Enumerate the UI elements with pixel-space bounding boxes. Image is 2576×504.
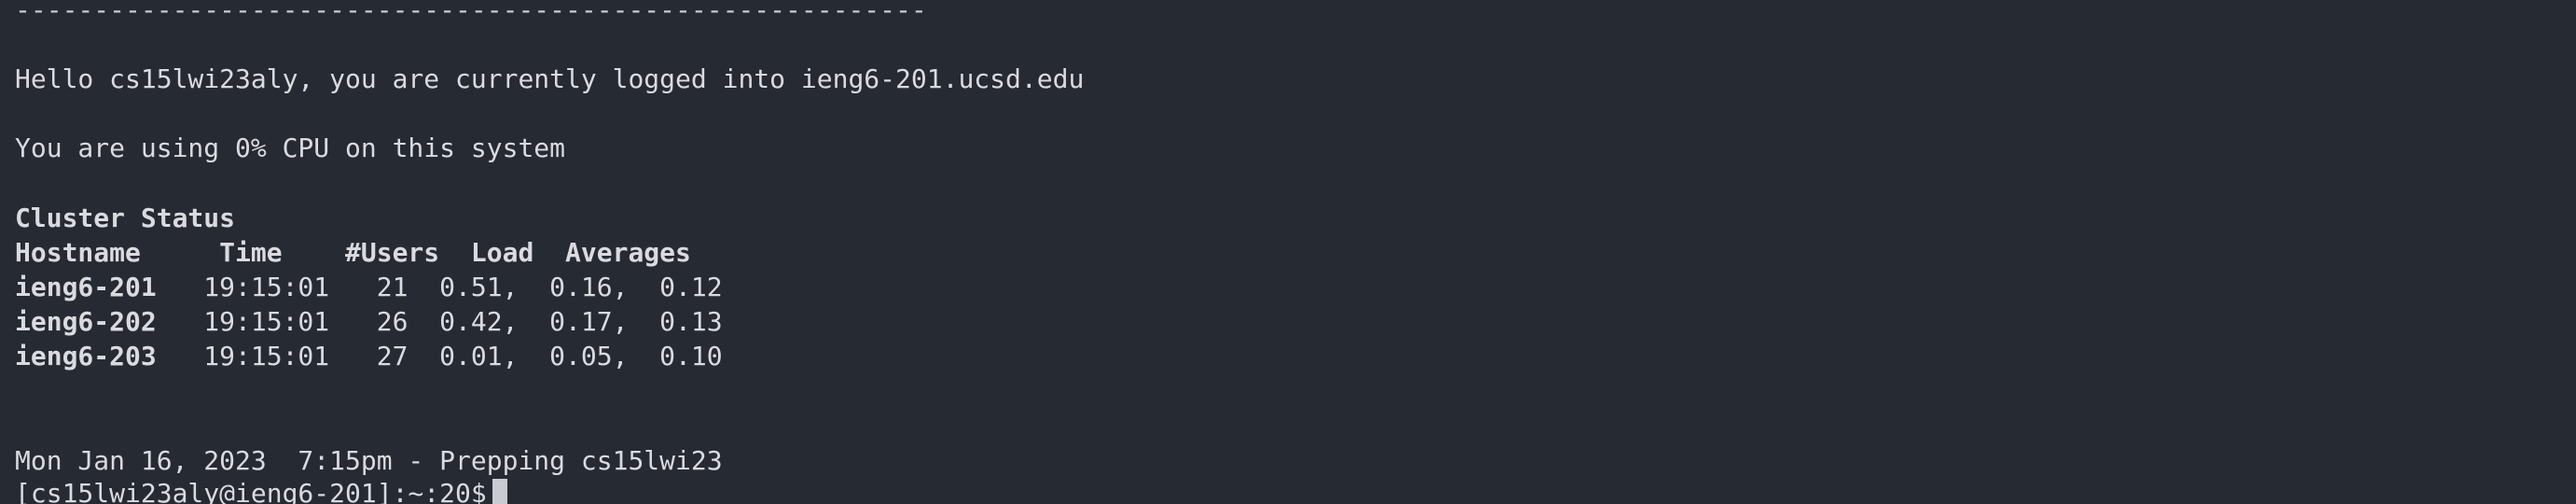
terminal-window[interactable]: ----------------------------------------… <box>0 0 2576 504</box>
hostname-cell: ieng6-201 <box>15 272 157 302</box>
text-cursor <box>492 479 507 504</box>
row-values: 19:15:01 21 0.51, 0.16, 0.12 <box>156 272 723 302</box>
motd-message: Mon Jan 16, 2023 7:15pm - Prepping cs15l… <box>15 445 723 476</box>
cpu-usage-text: You are using 0% CPU on this system <box>15 133 566 163</box>
row-values: 19:15:01 27 0.01, 0.05, 0.10 <box>156 341 723 371</box>
hostname-cell: ieng6-203 <box>15 341 157 371</box>
row-values: 19:15:01 26 0.42, 0.17, 0.13 <box>156 306 723 337</box>
separator-line: ----------------------------------------… <box>15 0 927 25</box>
prompt-text: [cs15lwi23aly@ieng6-201]:~:20$ <box>15 478 487 504</box>
table-row: ieng6-201 19:15:01 21 0.51, 0.16, 0.12 <box>15 270 723 304</box>
command-prompt-line[interactable]: [cs15lwi23aly@ieng6-201]:~:20$ <box>15 476 507 504</box>
hostname-cell: ieng6-202 <box>15 306 157 337</box>
cluster-table-header: Hostname Time #Users Load Averages <box>15 237 691 268</box>
table-row: ieng6-202 19:15:01 26 0.42, 0.17, 0.13 <box>15 304 723 339</box>
greeting-text: Hello cs15lwi23aly, you are currently lo… <box>15 63 1085 94</box>
cluster-status-title: Cluster Status <box>15 203 236 233</box>
table-row: ieng6-203 19:15:01 27 0.01, 0.05, 0.10 <box>15 339 723 373</box>
